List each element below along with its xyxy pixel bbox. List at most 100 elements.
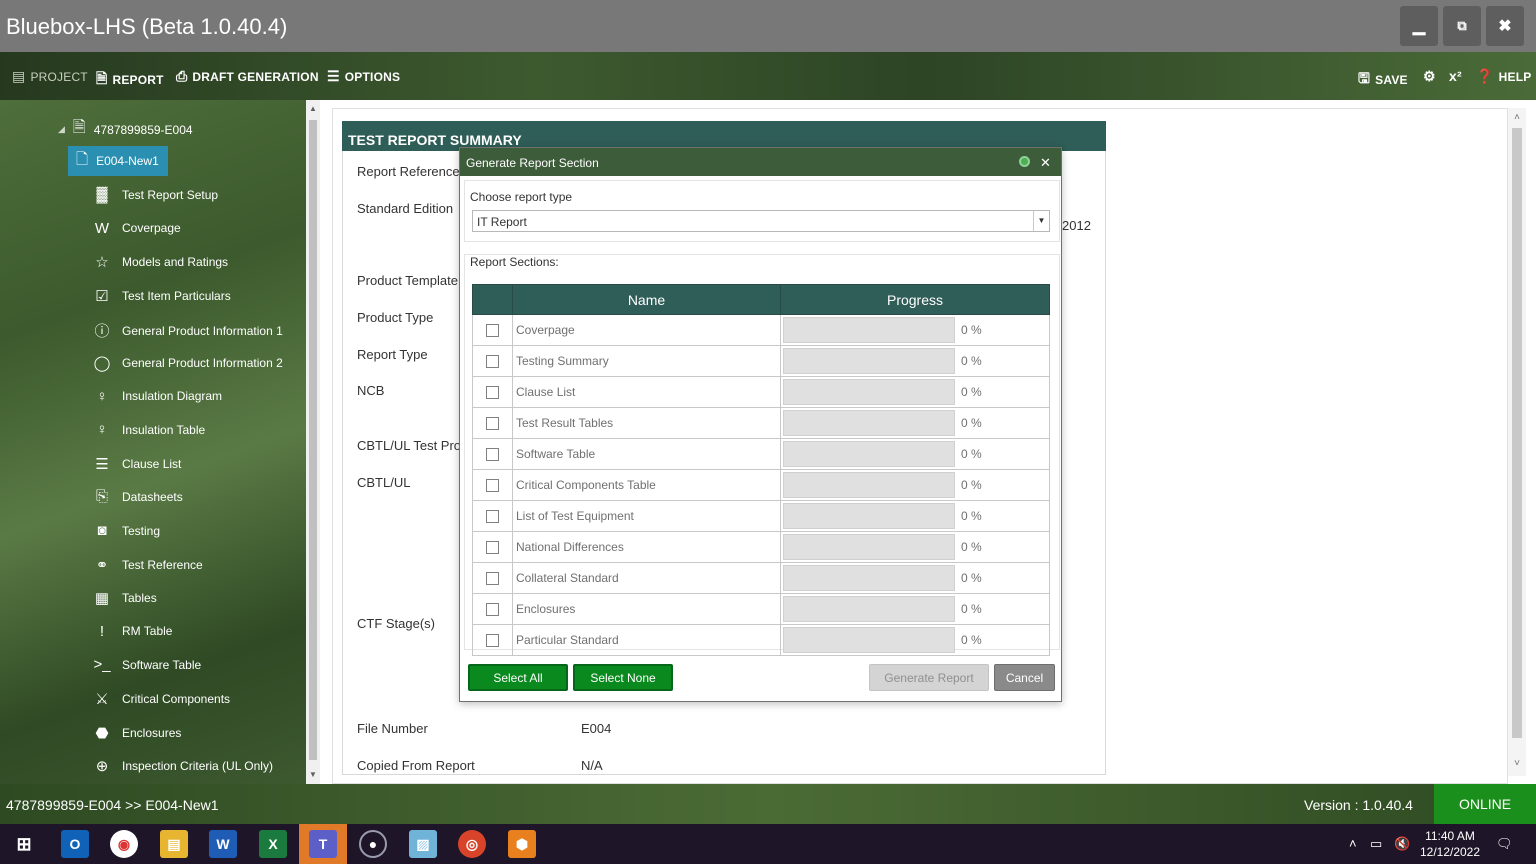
row-checkbox[interactable] [486, 324, 499, 338]
scroll-up-icon[interactable]: ▲ [306, 104, 320, 113]
sidebar-item[interactable]: ☆ Models and Ratings [92, 253, 228, 271]
section-name: Coverpage [512, 314, 781, 346]
sidebar-item[interactable]: ♀ Insulation Table [92, 421, 205, 438]
sidebar-item[interactable]: ! RM Table [92, 623, 173, 640]
row-checkbox-cell [472, 562, 513, 594]
row-checkbox[interactable] [486, 572, 499, 586]
row-checkbox[interactable] [486, 479, 499, 493]
sidebar-item[interactable]: ▓ Test Report Setup [92, 186, 219, 203]
sidebar-item[interactable]: ⎘ Datasheets [92, 488, 183, 505]
system-clock[interactable]: 11:40 AM 12/12/2022 [1414, 828, 1486, 860]
select-all-button[interactable]: Select All [468, 664, 568, 691]
restore-button[interactable]: ⧉ [1443, 6, 1481, 46]
draft-generation-menu[interactable]: ⎙ DRAFT GENERATION [176, 68, 319, 85]
table-row: Particular Standard 0 % [472, 624, 1050, 656]
row-checkbox-cell [472, 500, 513, 532]
scroll-down-icon[interactable]: ˅ [1508, 758, 1526, 769]
close-icon: ✕ [1040, 155, 1051, 170]
progress-track [783, 627, 955, 653]
sidebar-item[interactable]: ◯ General Product Information 2 [92, 354, 283, 372]
row-checkbox[interactable] [486, 541, 499, 555]
row-checkbox[interactable] [486, 417, 499, 431]
row-checkbox[interactable] [486, 510, 499, 524]
chevron-up-icon[interactable]: ˄ [1349, 836, 1357, 851]
expand-icon[interactable]: ◢ [58, 124, 65, 135]
save-button[interactable]: 🖫 SAVE [1358, 68, 1408, 92]
section-name: Test Result Tables [512, 407, 781, 439]
cancel-button[interactable]: Cancel [994, 664, 1055, 691]
sidebar-item[interactable]: >_ Software Table [92, 656, 201, 673]
report-menu[interactable]: 🗎 REPORT [96, 68, 164, 92]
scrollbar-thumb[interactable] [309, 120, 317, 760]
row-checkbox-cell [472, 438, 513, 470]
sidebar-item[interactable]: ♀ Insulation Diagram [92, 388, 222, 405]
sidebar-scrollbar[interactable]: ▲ ▼ [306, 100, 320, 784]
sidebar-item[interactable]: ⓘ General Product Information 1 [92, 320, 282, 341]
project-menu[interactable]: ▤ PROJECT [12, 68, 88, 85]
scrollbar-thumb[interactable] [1512, 128, 1522, 738]
sidebar-item[interactable]: W Coverpage [92, 220, 181, 237]
progress-cell: 0 % [780, 500, 1050, 532]
sidebar-item[interactable]: ▦ Tables [92, 589, 157, 607]
sidebar-item-label: Coverpage [122, 221, 181, 236]
progress-percent: 0 % [961, 602, 982, 616]
scroll-up-icon[interactable]: ˄ [1508, 112, 1526, 123]
settings-button[interactable]: ⚙ [1423, 68, 1436, 85]
notifications-icon[interactable]: 🗨 [1496, 836, 1513, 852]
scroll-down-icon[interactable]: ▼ [306, 770, 320, 779]
main-toolbar: ▤ PROJECT 🗎 REPORT ⎙ DRAFT GENERATION ☰ OPTI… [0, 52, 1536, 100]
minimize-button[interactable]: ▁ [1400, 6, 1438, 46]
outlook-icon[interactable]: O [61, 830, 89, 858]
teams-icon[interactable]: T [309, 830, 337, 858]
main-scrollbar[interactable]: ˄ ˅ [1508, 108, 1526, 776]
section-name: Collateral Standard [512, 562, 781, 594]
dialog-close-button[interactable]: ✕ [1040, 155, 1051, 171]
progress-cell: 0 % [780, 314, 1050, 346]
row-checkbox[interactable] [486, 448, 499, 462]
chevron-down-icon[interactable]: ▼ [1033, 211, 1049, 231]
notes-app-icon[interactable]: ▨ [409, 830, 437, 858]
sidebar-item[interactable]: ☑ Test Item Particulars [92, 287, 230, 305]
sidebar-item[interactable]: ⊕ Inspection Criteria (UL Only) [92, 757, 273, 775]
status-dot-icon [1019, 156, 1030, 167]
table-icon: ▦ [94, 590, 110, 608]
sidebar-item[interactable]: ⬣ Enclosures [92, 724, 181, 742]
word-icon[interactable]: W [209, 830, 237, 858]
sidebar-item[interactable]: ◙ Testing [92, 522, 160, 539]
select-none-button[interactable]: Select None [573, 664, 673, 691]
windows-start-icon[interactable]: ⊞ [10, 830, 38, 858]
progress-bar: 0 % [783, 565, 1047, 591]
sidebar-item[interactable]: ⚭ Test Reference [92, 556, 203, 574]
table-row: Critical Components Table 0 % [472, 469, 1050, 501]
report-type-select[interactable]: IT Report ▼ [472, 210, 1050, 232]
row-checkbox[interactable] [486, 386, 499, 400]
close-button[interactable]: ✖ [1486, 6, 1524, 46]
row-checkbox[interactable] [486, 634, 499, 648]
window-title: Bluebox-LHS (Beta 1.0.40.4) [6, 14, 288, 39]
superscript-button[interactable]: x² [1449, 68, 1462, 84]
media-app-icon[interactable]: ● [359, 830, 387, 858]
options-menu[interactable]: ☰ OPTIONS [327, 68, 400, 85]
row-checkbox[interactable] [486, 355, 499, 369]
progress-cell: 0 % [780, 562, 1050, 594]
bluebox-app-icon[interactable]: ⬢ [508, 830, 536, 858]
row-checkbox[interactable] [486, 603, 499, 617]
battery-icon[interactable]: ▭ [1370, 836, 1382, 852]
excel-icon[interactable]: X [259, 830, 287, 858]
chrome-icon[interactable]: ◉ [110, 830, 138, 858]
help-button[interactable]: ❓ HELP [1476, 68, 1531, 85]
field-label: CBTL/UL [357, 475, 411, 490]
progress-bar: 0 % [783, 317, 1047, 343]
generate-report-button[interactable]: Generate Report [869, 664, 989, 691]
sidebar-item-label: Inspection Criteria (UL Only) [122, 759, 273, 774]
sidebar-item[interactable]: ⚔ Critical Components [92, 690, 230, 708]
table-row: Collateral Standard 0 % [472, 562, 1050, 594]
progress-bar: 0 % [783, 472, 1047, 498]
browser-app-icon[interactable]: ◎ [458, 830, 486, 858]
progress-cell: 0 % [780, 407, 1050, 439]
volume-muted-icon[interactable]: 🔇 [1394, 836, 1410, 852]
sidebar-item[interactable]: ☰ Clause List [92, 455, 181, 473]
file-explorer-icon[interactable]: ▤ [160, 830, 188, 858]
tree-selected-node[interactable]: 🗋 E004-New1 [68, 146, 168, 176]
tree-root-node[interactable]: ◢ 🗎 4787899859-E004 [58, 116, 193, 143]
